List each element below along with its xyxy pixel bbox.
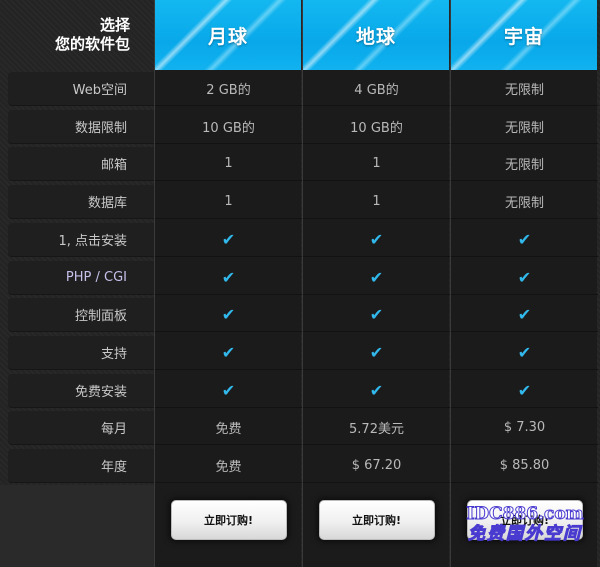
feature-label: 数据限制 (8, 109, 154, 144)
corner-title-line2: 您的软件包 (54, 35, 130, 53)
plan-cell: 无限制 (451, 147, 598, 182)
watermark-line2: 免费国外空间 (468, 524, 582, 545)
check-icon: ✔ (451, 261, 598, 295)
plan-cell: 无限制 (451, 185, 598, 220)
plan-cell: 5.72美元 (303, 411, 450, 446)
feature-label: 免费安装 (8, 373, 154, 408)
check-icon: ✔ (451, 298, 598, 333)
watermark-line1: IDC886.com (466, 504, 584, 524)
check-icon: ✔ (303, 298, 450, 333)
check-icon: ✔ (303, 336, 450, 370)
check-icon: ✔ (155, 374, 302, 408)
plan-cell: 免费 (155, 449, 302, 483)
pricing-table: 选择 您的软件包 月球 2 GB的 10 GB的 1 1 ✔ ✔ ✔ ✔ ✔ 免费 免费 立即订购! 地球… (0, 0, 600, 567)
check-icon: ✔ (155, 261, 302, 295)
plan-cell: 免费 (155, 411, 302, 446)
corner-title-line1: 选择 (99, 16, 130, 34)
plan-cell: $ 67.20 (303, 449, 450, 483)
plan-header: 地球 (303, 0, 449, 70)
check-icon: ✔ (155, 298, 302, 333)
feature-label: 支持 (8, 335, 154, 370)
footer-spacer (0, 485, 154, 567)
plan-cell: 1 (303, 185, 450, 220)
check-icon: ✔ (303, 261, 450, 295)
feature-label: 数据库 (8, 185, 154, 220)
check-icon: ✔ (155, 336, 302, 370)
plan-cell: $ 7.30 (451, 411, 598, 446)
watermark: IDC886.com 免费国外空间 (455, 505, 595, 545)
check-icon: ✔ (303, 223, 450, 257)
feature-label: 年度 (8, 449, 154, 483)
plan-header: 月球 (155, 0, 301, 70)
check-icon: ✔ (303, 374, 450, 408)
feature-label: Web空间 (8, 72, 154, 106)
feature-label: 控制面板 (8, 298, 154, 333)
plan-cell: 无限制 (451, 72, 598, 106)
plan-cell: 无限制 (451, 110, 598, 144)
feature-label: PHP / CGI (8, 260, 154, 295)
plan-cell: 10 GB的 (303, 110, 450, 144)
check-icon: ✔ (451, 374, 598, 408)
feature-label: 每月 (8, 411, 154, 446)
plan-cell: 1 (155, 147, 302, 182)
plan-header: 宇宙 (451, 0, 597, 70)
check-icon: ✔ (155, 223, 302, 257)
plan-column-3: 宇宙 无限制 无限制 无限制 无限制 ✔ ✔ ✔ ✔ ✔ $ 7.30 $ 85.80 立即订购! (450, 0, 598, 567)
plan-cell: 2 GB的 (155, 72, 302, 106)
plan-cell: 10 GB的 (155, 110, 302, 144)
check-icon: ✔ (451, 336, 598, 370)
plan-cell: 4 GB的 (303, 72, 450, 106)
plan-cell: $ 85.80 (451, 449, 598, 483)
check-icon: ✔ (451, 223, 598, 257)
order-now-button[interactable]: 立即订购! (318, 500, 435, 540)
plan-cell: 1 (303, 147, 450, 182)
plan-cell: 1 (155, 185, 302, 220)
plan-column-2: 地球 4 GB的 10 GB的 1 1 ✔ ✔ ✔ ✔ ✔ 5.72美元 $ 67.20 立即订购! (302, 0, 450, 567)
order-now-button[interactable]: 立即订购! (170, 500, 287, 540)
feature-label: 1, 点击安装 (8, 222, 154, 257)
plan-column-1: 月球 2 GB的 10 GB的 1 1 ✔ ✔ ✔ ✔ ✔ 免费 免费 立即订购! (154, 0, 302, 567)
corner-title: 选择 您的软件包 (0, 0, 154, 70)
feature-label: 邮箱 (8, 147, 154, 182)
